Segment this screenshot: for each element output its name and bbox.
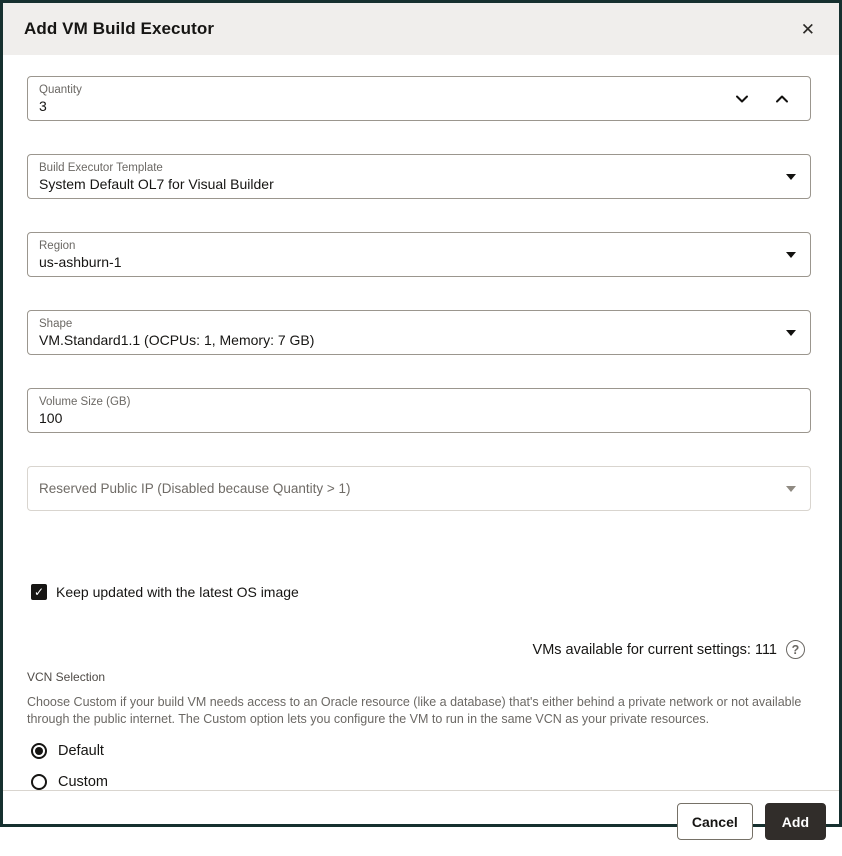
quantity-field[interactable]: Quantity 3: [27, 76, 811, 121]
volume-size-text: Volume Size (GB) 100: [39, 395, 796, 427]
radio-button-icon[interactable]: [31, 774, 47, 790]
build-executor-template-select[interactable]: Build Executor Template System Default O…: [27, 154, 811, 199]
vcn-radio-custom-label: Custom: [58, 774, 108, 790]
dialog-body: Quantity 3 Build Executor Template Syste…: [3, 55, 839, 790]
dialog-title: Add VM Build Executor: [24, 19, 215, 38]
dropdown-arrow-icon[interactable]: [786, 173, 796, 180]
volume-size-label: Volume Size (GB): [39, 395, 131, 408]
shape-value: VM.Standard1.1 (OCPUs: 1, Memory: 7 GB): [39, 331, 315, 348]
checkbox-checked-icon[interactable]: ✓: [31, 584, 47, 600]
vcn-radio-default-label: Default: [58, 743, 104, 759]
template-text: Build Executor Template System Default O…: [39, 161, 778, 193]
shape-text: Shape VM.Standard1.1 (OCPUs: 1, Memory: …: [39, 317, 778, 349]
region-value: us-ashburn-1: [39, 253, 122, 270]
quantity-text: Quantity 3: [39, 83, 734, 115]
vcn-radio-default[interactable]: Default: [27, 743, 811, 759]
reserved-ip-label: Reserved Public IP (Disabled because Qua…: [39, 480, 351, 496]
reserved-ip-text: Reserved Public IP (Disabled because Qua…: [39, 480, 778, 498]
region-text: Region us-ashburn-1: [39, 239, 778, 271]
dropdown-arrow-icon: [786, 485, 796, 492]
add-button[interactable]: Add: [764, 803, 826, 840]
cancel-button[interactable]: Cancel: [676, 803, 753, 840]
volume-size-value[interactable]: 100: [39, 409, 796, 427]
shape-select[interactable]: Shape VM.Standard1.1 (OCPUs: 1, Memory: …: [27, 310, 811, 355]
template-value: System Default OL7 for Visual Builder: [39, 175, 274, 192]
vcn-selection-description: Choose Custom if your build VM needs acc…: [27, 695, 802, 726]
chevron-down-icon[interactable]: [734, 91, 750, 107]
reserved-public-ip-select: Reserved Public IP (Disabled because Qua…: [27, 466, 811, 511]
region-select[interactable]: Region us-ashburn-1: [27, 232, 811, 277]
dialog-header: Add VM Build Executor ✕: [3, 3, 839, 55]
availability-row: VMs available for current settings: 111 …: [27, 640, 811, 659]
vcn-radio-custom[interactable]: Custom: [27, 774, 811, 790]
volume-size-field[interactable]: Volume Size (GB) 100: [27, 388, 811, 433]
os-image-checkbox-label: Keep updated with the latest OS image: [56, 584, 299, 600]
chevron-up-icon[interactable]: [774, 91, 790, 107]
quantity-stepper: [734, 91, 796, 107]
add-vm-build-executor-dialog: Add VM Build Executor ✕ Quantity 3 Build…: [0, 0, 842, 840]
radio-button-icon[interactable]: [31, 743, 47, 759]
dialog-footer: Cancel Add: [3, 791, 839, 856]
help-icon[interactable]: ?: [786, 640, 805, 659]
vcn-selection-label: VCN Selection: [27, 670, 106, 684]
region-label: Region: [39, 239, 76, 252]
dropdown-arrow-icon[interactable]: [786, 251, 796, 258]
availability-text: VMs available for current settings: 111: [532, 641, 777, 658]
quantity-value[interactable]: 3: [39, 97, 734, 115]
dropdown-arrow-icon[interactable]: [786, 329, 796, 336]
quantity-label: Quantity: [39, 83, 82, 96]
os-image-checkbox-row[interactable]: ✓ Keep updated with the latest OS image: [27, 584, 811, 600]
close-icon[interactable]: ✕: [797, 17, 819, 42]
template-label: Build Executor Template: [39, 161, 163, 174]
shape-label: Shape: [39, 317, 73, 330]
